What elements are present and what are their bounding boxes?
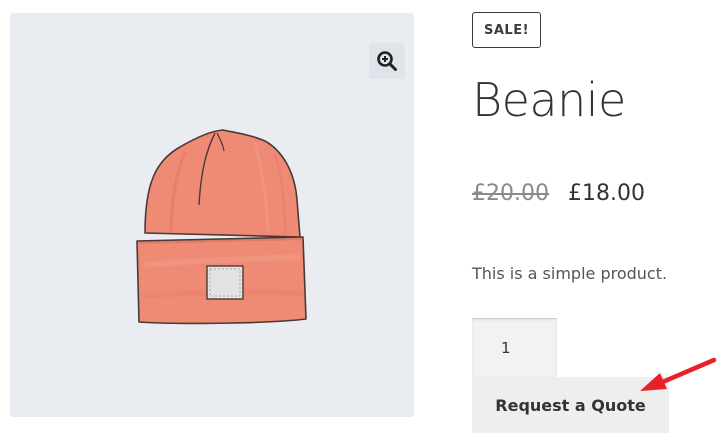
product-price: £20.00 £18.00 <box>472 179 645 209</box>
zoom-button[interactable] <box>369 43 405 79</box>
annotation-arrow-icon <box>640 357 717 391</box>
product-image[interactable] <box>125 125 315 333</box>
magnifier-plus-icon <box>377 51 397 71</box>
regular-price: £20.00 <box>472 181 549 206</box>
product-gallery <box>10 13 414 417</box>
sale-price: £18.00 <box>567 181 645 206</box>
product-page: SALE! Beanie £20.00 £18.00 This is a sim… <box>0 0 726 438</box>
quantity-input[interactable] <box>472 318 557 377</box>
sale-badge: SALE! <box>472 12 542 48</box>
short-description: This is a simple product. <box>472 264 668 283</box>
product-title: Beanie <box>472 73 626 127</box>
